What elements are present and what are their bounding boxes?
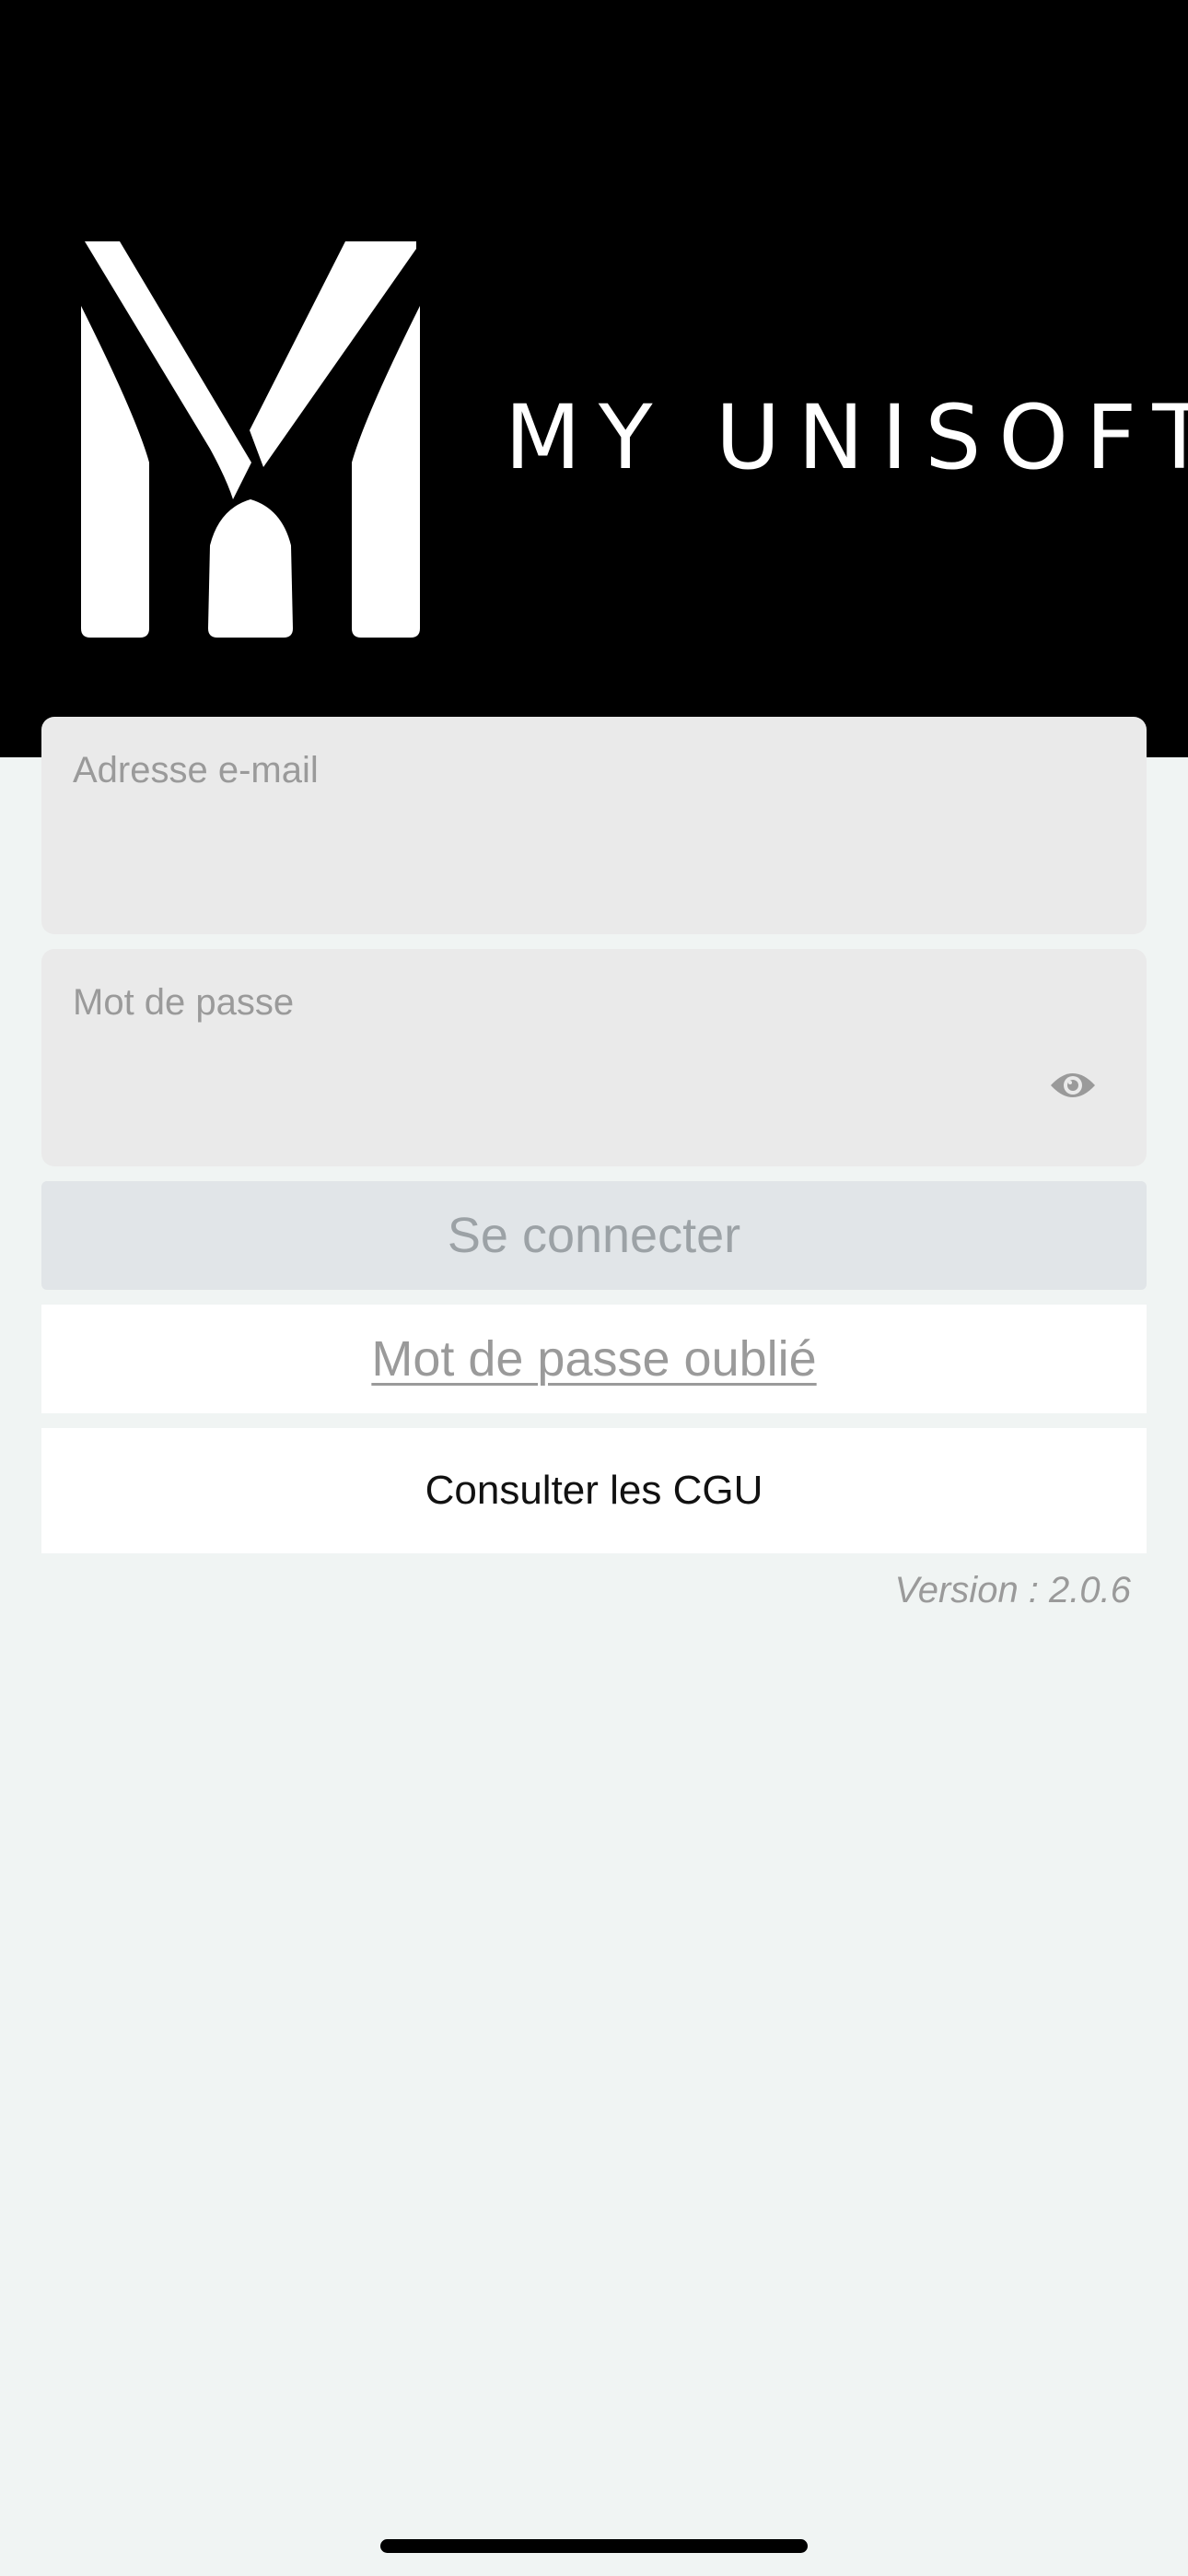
email-label: Adresse e-mail <box>73 750 319 790</box>
my-unisoft-logo <box>81 241 420 638</box>
forgot-password-link[interactable]: Mot de passe oublié <box>41 1305 1147 1413</box>
password-input[interactable] <box>73 1050 1045 1124</box>
password-field[interactable]: Mot de passe <box>41 949 1147 1166</box>
eye-icon[interactable] <box>1045 1058 1101 1113</box>
home-indicator[interactable] <box>380 2539 808 2553</box>
login-button[interactable]: Se connecter <box>41 1181 1147 1290</box>
password-label: Mot de passe <box>73 982 295 1023</box>
brand-name: MY UNISOFT <box>505 386 1188 489</box>
email-input[interactable] <box>73 818 1045 892</box>
email-field[interactable]: Adresse e-mail <box>41 717 1147 934</box>
app-header: MY UNISOFT <box>0 0 1188 757</box>
version-label: Version : 2.0.6 <box>894 1570 1131 1610</box>
terms-button[interactable]: Consulter les CGU <box>41 1428 1147 1553</box>
